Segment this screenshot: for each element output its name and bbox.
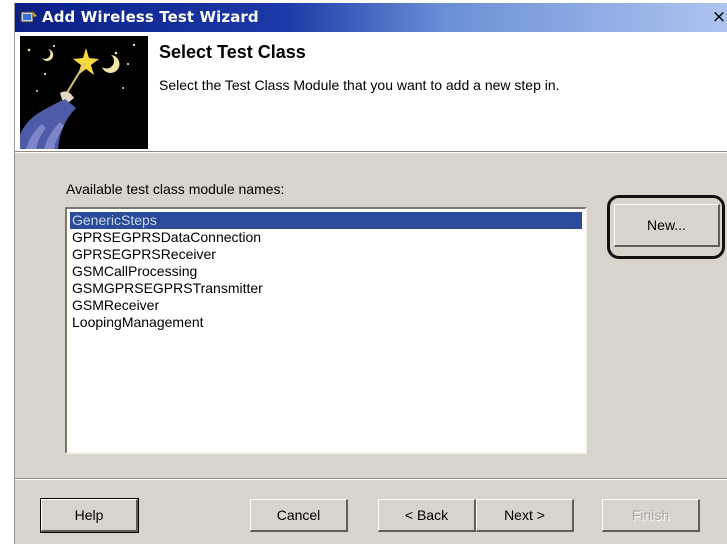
list-item[interactable]: LoopingManagement (70, 314, 582, 331)
title-bar[interactable]: Add Wireless Test Wizard × (15, 3, 727, 32)
list-item[interactable]: GenericSteps (70, 212, 582, 229)
list-label: Available test class module names: (66, 181, 285, 197)
test-class-listbox[interactable]: GenericSteps GPRSEGPRSDataConnection GPR… (65, 207, 587, 454)
cancel-button[interactable]: Cancel (250, 499, 348, 532)
window-title: Add Wireless Test Wizard (42, 8, 259, 26)
list-item[interactable]: GSMCallProcessing (70, 263, 582, 280)
list-item[interactable]: GSMGPRSEGPRSTransmitter (70, 280, 582, 297)
new-button[interactable]: New... (614, 204, 720, 247)
wizard-app-icon (20, 10, 38, 23)
next-button[interactable]: Next > (476, 499, 574, 532)
list-item[interactable]: GSMReceiver (70, 297, 582, 314)
finish-button[interactable]: Finish (602, 499, 700, 532)
page-subtitle: Select the Test Class Module that you wa… (159, 77, 560, 93)
close-icon[interactable]: × (710, 6, 727, 28)
page-title: Select Test Class (159, 42, 306, 62)
header-divider (15, 151, 727, 153)
wizard-wand-illustration (20, 36, 148, 149)
help-button[interactable]: Help (40, 498, 139, 533)
list-item[interactable]: GPRSEGPRSDataConnection (70, 229, 582, 246)
list-item[interactable]: GPRSEGPRSReceiver (70, 246, 582, 263)
wizard-header: Select Test Class Select the Test Class … (15, 32, 727, 151)
back-button[interactable]: < Back (378, 499, 476, 532)
footer-divider (15, 478, 727, 480)
wizard-window: Add Wireless Test Wizard × Select Test C… (14, 3, 727, 544)
